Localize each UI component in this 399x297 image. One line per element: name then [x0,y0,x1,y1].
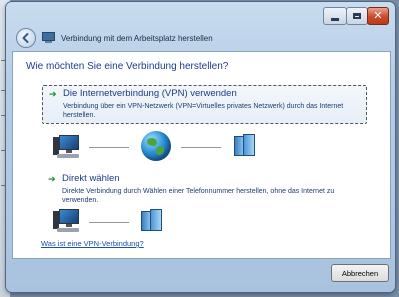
option-vpn-title: Die Internetverbindung (VPN) verwenden [63,88,237,99]
page-question: Wie möchten Sie eine Verbindung herstell… [26,61,229,72]
wizard-content: Wie möchten Sie eine Verbindung herstell… [12,51,391,259]
maximize-icon [353,13,361,19]
close-icon: ✕ [373,9,383,22]
green-arrow-icon: ➔ [49,89,57,99]
vpn-help-link[interactable]: Was ist eine VPN-Verbindung? [41,239,144,248]
title-row: Verbindung mit dem Arbeitsplatz herstell… [14,26,384,50]
globe-icon [141,131,171,161]
network-wizard-icon [42,32,56,44]
window-title: Verbindung mit dem Arbeitsplatz herstell… [61,33,213,43]
option-vpn[interactable]: ➔ Die Internetverbindung (VPN) verwenden… [42,85,367,124]
connection-line [89,222,129,223]
computer-icon [53,208,81,234]
option-direct-dial-title: Direkt wählen [62,173,120,184]
minimize-button[interactable] [323,7,347,25]
green-arrow-icon: ➔ [48,174,56,184]
close-button[interactable]: ✕ [367,7,389,25]
maximize-button[interactable] [346,7,368,25]
option-direct-dial-description: Direkte Verbindung durch Wählen einer Te… [62,188,335,204]
option-vpn-description: Verbindung über ein VPN-Netzwerk (VPN=Vi… [63,103,344,119]
connection-line [89,147,129,148]
connection-line [181,147,221,148]
computer-icon [53,134,81,160]
server-icon [234,134,256,158]
cancel-button[interactable]: Abbrechen [331,264,389,282]
wizard-window: ✕ Verbindung mit dem Arbeitsplatz herste… [6,2,395,292]
back-button[interactable] [16,28,36,48]
minimize-icon [331,17,339,21]
server-icon [141,209,163,233]
back-arrow-icon [22,33,29,43]
